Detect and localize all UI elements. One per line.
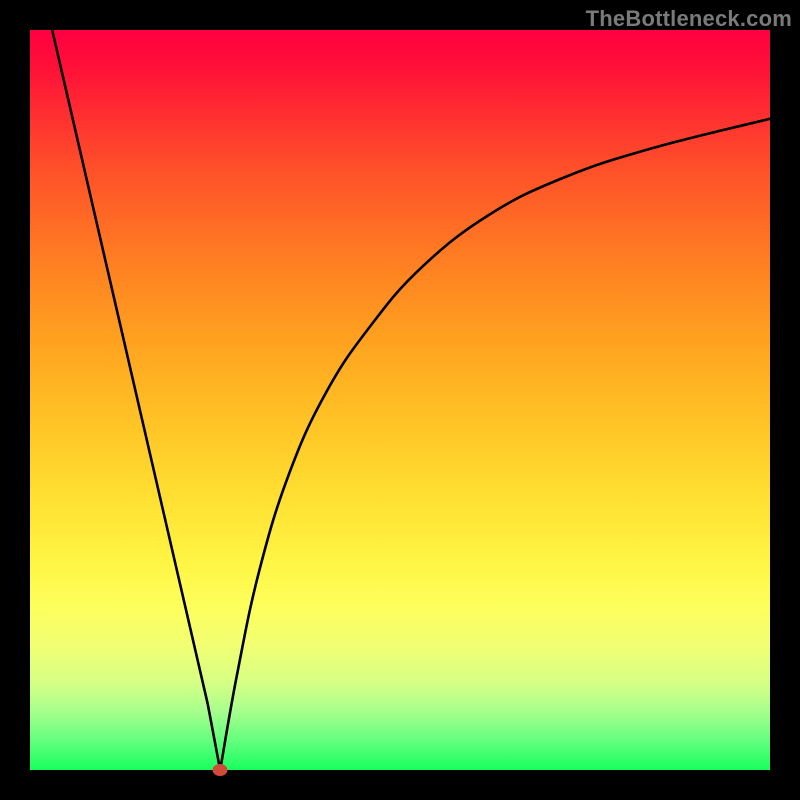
minimum-marker — [213, 764, 228, 776]
chart-frame: TheBottleneck.com — [0, 0, 800, 800]
plot-area — [30, 30, 770, 770]
watermark-text: TheBottleneck.com — [586, 6, 792, 32]
bottleneck-curve — [30, 30, 770, 770]
